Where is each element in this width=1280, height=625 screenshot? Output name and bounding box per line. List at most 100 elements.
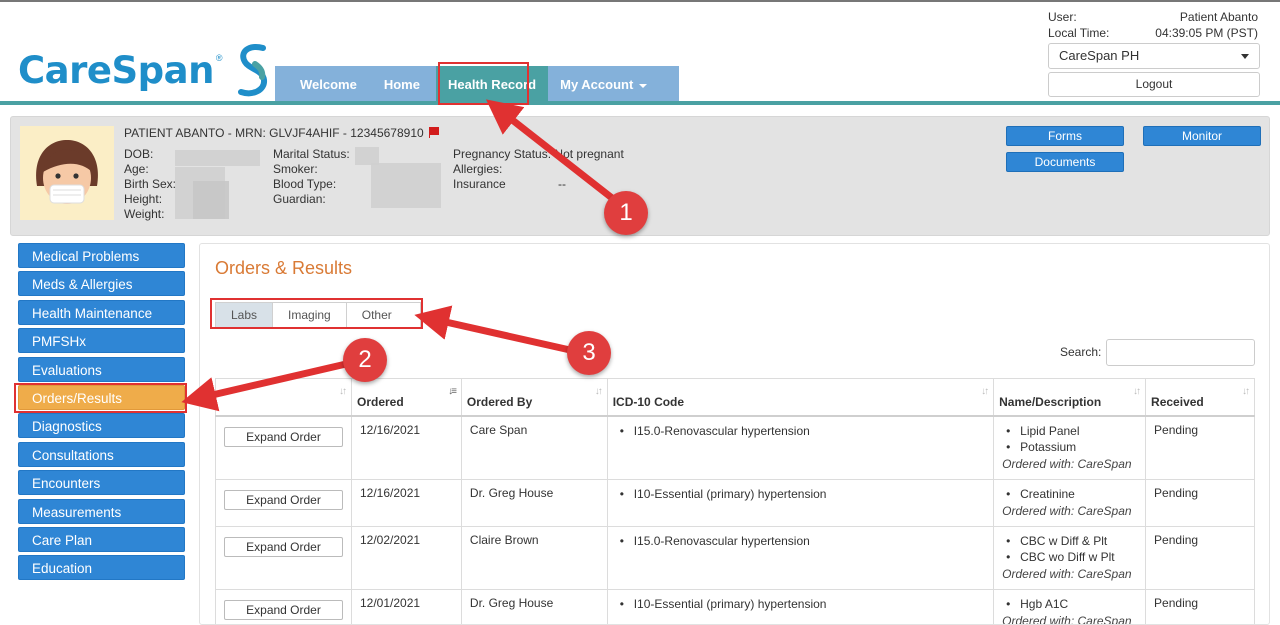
logo-text: CareSpan xyxy=(18,48,214,92)
sidebar-item-education[interactable]: Education xyxy=(18,555,185,581)
order-item: Lipid Panel xyxy=(1002,423,1140,439)
monitor-button[interactable]: Monitor xyxy=(1143,126,1261,146)
cell-ordered-by: Dr. Greg House xyxy=(460,479,608,527)
redacted-value xyxy=(371,163,441,208)
sidebar-item-consultations[interactable]: Consultations xyxy=(18,441,185,467)
annotation-marker-3: 3 xyxy=(567,331,611,375)
cell-ordered: 12/02/2021 xyxy=(350,526,462,590)
guardian-label: Guardian: xyxy=(273,192,326,206)
user-value: Patient Abanto xyxy=(1179,10,1258,24)
time-value: 04:39:05 PM (PST) xyxy=(1155,26,1258,40)
patient-title-text: PATIENT ABANTO - MRN: GLVJF4AHIF - 12345… xyxy=(124,126,424,140)
column-header-name-description[interactable]: Name/Description ↓↑ xyxy=(993,378,1146,417)
sort-icon: ↓↑ xyxy=(594,386,603,397)
ordered-with: Ordered with: CareSpan xyxy=(1002,504,1132,518)
column-label: ICD-10 Code xyxy=(612,394,685,409)
time-label: Local Time: xyxy=(1048,26,1110,40)
expand-order-button[interactable]: Expand Order xyxy=(224,490,343,510)
logout-button[interactable]: Logout xyxy=(1048,72,1260,97)
insurance-value: -- xyxy=(558,177,566,191)
annotation-marker-1: 1 xyxy=(604,191,648,235)
sidebar-item-diagnostics[interactable]: Diagnostics xyxy=(18,413,185,439)
table-row: Expand Order 12/16/2021 Dr. Greg House I… xyxy=(215,479,1255,527)
insurance-label: Insurance xyxy=(453,177,506,191)
org-select[interactable]: CareSpan PH xyxy=(1048,43,1260,69)
expand-order-button[interactable]: Expand Order xyxy=(224,600,343,620)
sidebar-item-care-plan[interactable]: Care Plan xyxy=(18,526,185,552)
documents-button[interactable]: Documents xyxy=(1006,152,1124,172)
chevron-down-icon xyxy=(639,83,648,88)
patient-col-3: Pregnancy Status: Not pregnant Allergies… xyxy=(453,147,624,192)
weight-label: Weight: xyxy=(124,207,165,221)
cell-icd10: I10-Essential (primary) hypertension xyxy=(616,486,988,502)
cell-ordered: 12/16/2021 xyxy=(350,415,462,480)
column-header-ordered-by[interactable]: Ordered By ↓↑ xyxy=(460,378,608,417)
page-title: Orders & Results xyxy=(215,258,353,278)
orders-table: ↓↑ Ordered ↓≡ Ordered By ↓↑ ICD-10 Code ↓↑ … xyxy=(215,378,1255,624)
nav-my-account[interactable]: My Account xyxy=(548,66,659,104)
nav-my-account-label: My Account xyxy=(560,77,634,92)
column-label: Name/Description xyxy=(999,394,1102,409)
cell-ordered-by: Dr. Greg House xyxy=(460,589,608,624)
search-input[interactable] xyxy=(1106,339,1255,366)
table-row: Expand Order 12/02/2021 Claire Brown I15… xyxy=(215,526,1255,590)
flag-icon[interactable] xyxy=(428,127,439,138)
search-label: Search: xyxy=(1060,345,1102,359)
cell-received: Pending xyxy=(1145,415,1255,480)
sort-icon: ↓↑ xyxy=(1133,386,1141,397)
sort-icon: ↓↑ xyxy=(1242,386,1250,397)
patient-avatar-icon xyxy=(20,126,114,220)
annotation-marker-2: 2 xyxy=(343,338,387,382)
cell-received: Pending xyxy=(1145,589,1255,624)
user-info: User: Patient Abanto Local Time: 04:39:05 … xyxy=(1048,10,1258,42)
cell-ordered: 12/01/2021 xyxy=(350,589,462,624)
nav-home[interactable]: Home xyxy=(372,66,436,104)
marital-status-label: Marital Status: xyxy=(273,147,350,161)
sort-icon: ↓↑ xyxy=(338,386,347,397)
height-label: Height: xyxy=(124,192,163,206)
health-record-sidebar: Medical Problems Meds & Allergies Health… xyxy=(18,243,185,584)
redacted-value xyxy=(193,181,229,219)
order-item: CBC wo Diff w Plt xyxy=(1002,549,1140,565)
birth-sex-label: Birth Sex: xyxy=(124,177,177,191)
ordered-with: Ordered with: CareSpan xyxy=(1002,456,1132,471)
sidebar-item-evaluations[interactable]: Evaluations xyxy=(18,356,185,382)
logo-registered-mark: ® xyxy=(215,53,223,63)
order-item: Potassium xyxy=(1002,439,1140,455)
column-header-ordered[interactable]: Ordered ↓≡ xyxy=(350,378,462,417)
order-item: Hgb A1C xyxy=(1002,596,1140,612)
carespan-logo[interactable]: CareSpan ® xyxy=(18,42,273,98)
sidebar-item-encounters[interactable]: Encounters xyxy=(18,470,185,496)
sidebar-item-meds-allergies[interactable]: Meds & Allergies xyxy=(18,271,185,297)
pregnancy-status-label: Pregnancy Status: xyxy=(453,147,552,161)
sidebar-item-measurements[interactable]: Measurements xyxy=(18,498,185,524)
org-select-value: CareSpan PH xyxy=(1059,48,1140,63)
sidebar-item-pmfshx[interactable]: PMFSHx xyxy=(18,328,185,354)
redacted-value xyxy=(175,150,260,166)
expand-order-button[interactable]: Expand Order xyxy=(224,537,343,557)
cell-ordered-by: Care Span xyxy=(460,415,608,480)
chevron-down-icon xyxy=(1241,54,1249,59)
column-header-received[interactable]: Received ↓↑ xyxy=(1145,378,1255,417)
order-item: Creatinine xyxy=(1002,486,1140,502)
dob-label: DOB: xyxy=(124,147,154,161)
patient-title: PATIENT ABANTO - MRN: GLVJF4AHIF - 12345… xyxy=(124,126,439,140)
nav-welcome[interactable]: Welcome xyxy=(275,66,372,104)
cell-received: Pending xyxy=(1145,479,1255,527)
sidebar-item-health-maintenance[interactable]: Health Maintenance xyxy=(18,299,185,325)
column-header-expand[interactable]: ↓↑ xyxy=(215,378,352,417)
logo-s-icon xyxy=(237,44,267,97)
sort-desc-icon: ↓≡ xyxy=(448,386,457,397)
cell-received: Pending xyxy=(1145,526,1255,590)
header-divider xyxy=(0,101,1280,105)
pregnancy-status-value: Not pregnant xyxy=(554,147,624,161)
expand-order-button[interactable]: Expand Order xyxy=(224,426,343,447)
order-item: CBC w Diff & Plt xyxy=(1002,533,1140,549)
table-row: Expand Order 12/01/2021 Dr. Greg House I… xyxy=(215,589,1255,624)
column-header-icd10[interactable]: ICD-10 Code ↓↑ xyxy=(606,378,994,417)
patient-col-1: DOB: Age: Birth Sex: Height: Weight: xyxy=(124,147,176,222)
smoker-label: Smoker: xyxy=(273,162,318,176)
sidebar-item-medical-problems[interactable]: Medical Problems xyxy=(18,243,185,268)
forms-button[interactable]: Forms xyxy=(1006,126,1124,146)
column-label: Ordered xyxy=(356,394,404,409)
